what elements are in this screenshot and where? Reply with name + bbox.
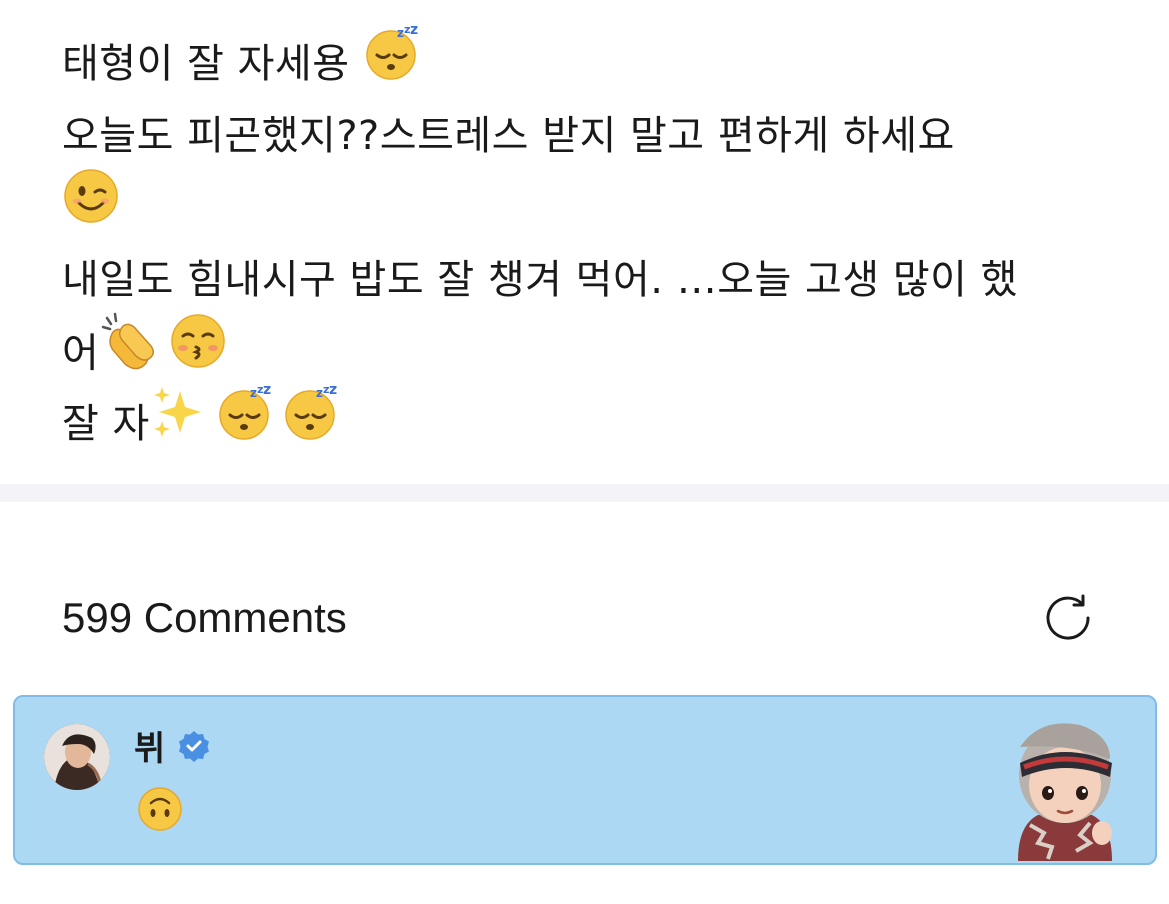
svg-text:z: z (329, 383, 338, 398)
highlighted-comment[interactable]: 뷔 (13, 695, 1157, 865)
post-text-line-1: 태형이 잘 자세용 (62, 41, 350, 87)
comment-author-row: 뷔 (134, 721, 211, 770)
comment-author[interactable]: 뷔 (134, 721, 165, 770)
post-text-line-3: 내일도 힘내시구 밥도 잘 챙겨 먹어. …오늘 고생 많이 했 (62, 257, 1018, 303)
post-line-1: 태형이 잘 자세용 z z z (62, 22, 1122, 100)
sleeping-face-icon: z z z (282, 382, 340, 464)
post-line-5: 잘 자 z z z z z z (62, 382, 1122, 460)
post-text-line-4: 어 (62, 330, 100, 377)
sleeping-face-icon: z z z (216, 382, 274, 464)
svg-text:z: z (410, 23, 419, 38)
kissing-face-closed-eyes-icon (169, 312, 227, 393)
svg-text:z: z (263, 383, 272, 398)
post-line-2: 오늘도 피곤했지??스트레스 받지 말고 편하게 하세요 (62, 100, 1122, 172)
winking-face-icon (62, 167, 120, 248)
avatar[interactable] (44, 724, 110, 790)
post-line-3: 내일도 힘내시구 밥도 잘 챙겨 먹어. …오늘 고생 많이 했 (62, 244, 1122, 316)
section-divider (0, 484, 1169, 502)
upside-down-face-icon (136, 785, 184, 837)
sleeping-face-icon: z z z (363, 22, 421, 104)
post-text-line-5: 잘 자 (62, 401, 150, 447)
sparkles-icon (150, 383, 208, 464)
post-text-line-2: 오늘도 피곤했지??스트레스 받지 말고 편하게 하세요 (62, 113, 955, 159)
verified-badge-icon (177, 729, 211, 763)
post-line-4: 어 (62, 312, 1122, 388)
character-sticker (990, 707, 1140, 861)
post-line-2-wrap (62, 168, 1122, 244)
comments-count: 599 Comments (62, 594, 347, 641)
post-body: 태형이 잘 자세용 z z z 오늘도 피곤했지??스트레스 받지 말고 편하게… (62, 22, 1122, 460)
refresh-icon[interactable] (1040, 590, 1096, 646)
